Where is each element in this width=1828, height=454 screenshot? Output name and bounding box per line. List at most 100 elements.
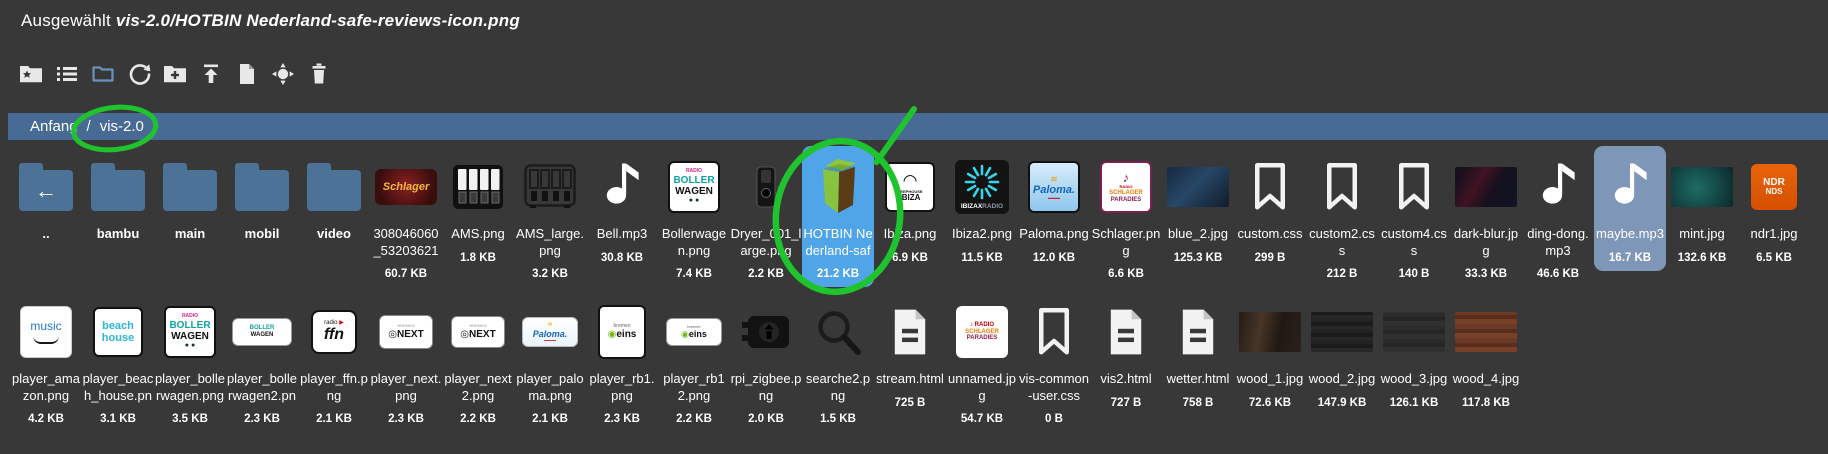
file-tile[interactable]: NDR NDS ndr1.jpg 6.5 KB (1738, 146, 1810, 271)
breadcrumb-current[interactable]: vis-2.0 (100, 118, 144, 135)
image-thumbnail: bremen ◉eins (586, 293, 658, 371)
file-tile[interactable]: custom2.css 212 B (1306, 146, 1378, 287)
css-bookmark-icon (1018, 293, 1090, 371)
file-name: video (317, 226, 351, 241)
svg-text:IBIZAXRADIO: IBIZAXRADIO (961, 203, 1003, 210)
file-name: custom.css (1237, 226, 1303, 241)
file-size: 2.2 KB (748, 268, 784, 280)
new-folder-icon (163, 65, 186, 82)
file-tile[interactable]: bremen ◉eins player_rb12.png 2.2 KB (658, 291, 730, 432)
file-tile[interactable]: beach house player_beach_house.pn 3.1 KB (82, 291, 154, 432)
new-file-button[interactable] (234, 61, 259, 86)
file-size: 54.7 KB (960, 413, 1004, 425)
file-tile[interactable]: ◠ DEEPHOUSE IBIZA Ibiza.png 6.9 KB (874, 146, 946, 271)
folder-tile[interactable]: video (298, 146, 370, 250)
image-thumbnail: RADIO BOLLER WAGEN ● ● (658, 148, 730, 226)
file-name: .. (42, 226, 50, 241)
file-name: dark-blur.jpg (1453, 226, 1519, 258)
file-tile[interactable]: blue_2.jpg 125.3 KB (1162, 146, 1234, 271)
file-tile[interactable]: vis-common-user.css 0 B (1018, 291, 1090, 432)
file-tile[interactable]: wood_2.jpg 147.9 KB (1306, 291, 1378, 416)
image-thumbnail: RADIO BOLLER WAGEN ● ● (154, 293, 226, 371)
file-tile[interactable]: custom4.css 140 B (1378, 146, 1450, 287)
file-name: Schlager.png (1091, 226, 1161, 258)
file-size: 72.6 KB (1248, 396, 1292, 409)
file-size: 6.9 KB (892, 251, 928, 264)
file-tile[interactable]: IBIZAXRADIO Ibiza2.png 11.5 KB (946, 146, 1018, 271)
music-note-icon (1594, 148, 1666, 226)
file-tile[interactable]: vis2.html 727 B (1090, 291, 1162, 416)
upload-button[interactable] (198, 61, 223, 86)
file-tile[interactable]: bremen ◉eins player_rb1.png 2.3 KB (586, 291, 658, 432)
file-tile[interactable]: RADIO BOLLER WAGEN ● ● player_bollerwagen.pn… (154, 291, 226, 432)
file-name: player_next.png (370, 371, 442, 403)
file-tile[interactable]: ≋ Paloma. ▬▬▬▬ player_paloma.png 2.1 KB (514, 291, 586, 432)
delete-button[interactable] (306, 61, 331, 86)
file-name: ndr1.jpg (1750, 226, 1798, 241)
folder-tile[interactable]: bambu (82, 146, 154, 250)
file-size: 4.2 KB (28, 413, 64, 425)
theme-button[interactable] (270, 61, 295, 86)
file-row: ←.. bambu main mobil video Schlager 308046060_… (10, 146, 1810, 287)
file-name: vis2.html (1100, 371, 1152, 386)
file-tile[interactable]: wetter.html 758 B (1162, 291, 1234, 416)
file-name: 308046060_532036213 (373, 226, 439, 258)
breadcrumb: Anfang / vis-2.0 (8, 113, 1828, 140)
file-tile[interactable]: BREMEN ◎NEXT player_next.png 2.3 KB (370, 291, 442, 432)
image-thumbnail (730, 148, 802, 226)
folder-view-button[interactable] (90, 61, 115, 86)
file-tile[interactable]: AMS.png 1.8 KB (442, 146, 514, 271)
file-size: 3.2 KB (532, 268, 568, 280)
file-tile[interactable]: HOTBIN Nederland-saf 21.2 KB (802, 146, 874, 287)
file-name: player_next2.png (444, 371, 512, 403)
file-tile[interactable]: BOLLER WAGEN player_bollerwagen2.pn 2.3 KB (226, 291, 298, 432)
selection-header: Ausgewählt vis-2.0/HOTBIN Nederland-safe… (21, 11, 520, 31)
folder-star-button[interactable] (18, 61, 43, 86)
file-tile[interactable]: Bell.mp3 30.8 KB (586, 146, 658, 271)
file-grid: ←.. bambu main mobil video Schlager 308046060_… (10, 146, 1810, 432)
image-thumbnail (802, 148, 874, 226)
file-size: 2.1 KB (316, 413, 352, 425)
image-thumbnail: bremen ◉eins (658, 293, 730, 371)
image-thumbnail (1450, 148, 1522, 226)
file-tile[interactable]: BREMEN ◎NEXT player_next2.png 2.2 KB (442, 291, 514, 432)
file-tile[interactable]: mint.jpg 132.6 KB (1666, 146, 1738, 271)
toolbar (18, 61, 331, 86)
new-folder-button[interactable] (162, 61, 187, 86)
file-tile[interactable]: ≋ Paloma. ▬▬▬ Paloma.png 12.0 KB (1018, 146, 1090, 271)
file-tile[interactable]: RADIO BOLLER WAGEN ● ● Bollerwagen.png 7.4 KB (658, 146, 730, 287)
file-tile[interactable]: rpi_zigbee.png 2.0 KB (730, 291, 802, 432)
file-name: player_bollerwagen2.pn (226, 371, 298, 403)
image-thumbnail (1378, 293, 1450, 371)
file-tile[interactable]: Dryer_001_large.png 2.2 KB (730, 146, 802, 287)
file-tile[interactable]: wood_3.jpg 126.1 KB (1378, 291, 1450, 416)
html-document-icon (1162, 293, 1234, 371)
file-tile[interactable]: radio ▶ ffn player_ffn.png 2.1 KB (298, 291, 370, 432)
file-tile[interactable]: ♪ RADIO SCHLAGER PARADIES Schlager.png 6.6 KB (1090, 146, 1162, 287)
list-view-button[interactable] (54, 61, 79, 86)
file-tile[interactable]: custom.css 299 B (1234, 146, 1306, 271)
file-tile[interactable]: wood_1.jpg 72.6 KB (1234, 291, 1306, 416)
file-tile[interactable]: ding-dong.mp3 46.6 KB (1522, 146, 1594, 287)
file-size: 117.8 KB (1462, 396, 1510, 409)
folder-tile[interactable]: ←.. (10, 146, 82, 250)
file-tile[interactable]: music player_amazon.png 4.2 KB (10, 291, 82, 432)
file-tile[interactable]: maybe.mp3 16.7 KB (1594, 146, 1666, 271)
file-tile[interactable]: ♪ RADIO SCHLAGER PARADIES unnamed.jpg 54.7 K… (946, 291, 1018, 432)
file-tile[interactable]: Schlager308046060_532036213 60.7 KB (370, 146, 442, 287)
folder-tile[interactable]: mobil (226, 146, 298, 250)
file-size: 3.5 KB (172, 413, 208, 425)
breadcrumb-item[interactable]: Anfang (30, 118, 78, 135)
file-tile[interactable]: AMS_large.png 3.2 KB (514, 146, 586, 287)
html-document-icon (1090, 293, 1162, 371)
file-name: unnamed.jpg (948, 371, 1016, 403)
file-tile[interactable]: dark-blur.jpg 33.3 KB (1450, 146, 1522, 287)
refresh-button[interactable] (126, 61, 151, 86)
file-tile[interactable]: wood_4.jpg 117.8 KB (1450, 291, 1522, 416)
folder-tile[interactable]: main (154, 146, 226, 250)
file-size: 140 B (1398, 268, 1430, 280)
selection-header-prefix: Ausgewählt (21, 11, 111, 30)
css-bookmark-icon (1234, 148, 1306, 226)
file-tile[interactable]: stream.html 725 B (874, 291, 946, 416)
file-tile[interactable]: searche2.png 1.5 KB (802, 291, 874, 432)
